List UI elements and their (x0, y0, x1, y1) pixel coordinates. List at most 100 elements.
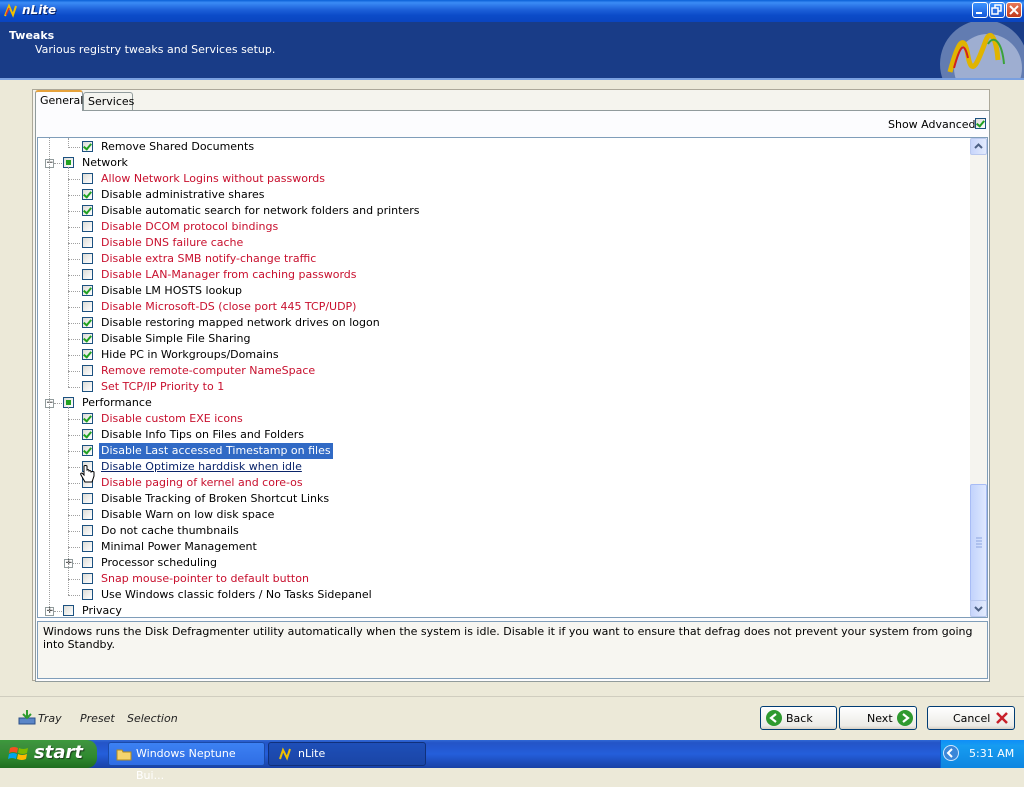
selection-link[interactable]: Selection (127, 712, 178, 725)
tree-item-label[interactable]: Disable Optimize harddisk when idle (99, 459, 304, 475)
tree-item-label[interactable]: Do not cache thumbnails (99, 523, 241, 539)
tree-item-checkbox[interactable] (82, 189, 93, 200)
tree-item[interactable]: Minimal Power Management (38, 539, 968, 555)
tree-item[interactable]: Disable extra SMB notify-change traffic (38, 251, 968, 267)
tree-item[interactable]: Remove Shared Documents (38, 139, 968, 155)
tree-item-label[interactable]: Disable LAN-Manager from caching passwor… (99, 267, 358, 283)
cancel-button[interactable]: Cancel (927, 706, 1015, 730)
tree-item-label[interactable]: Disable LM HOSTS lookup (99, 283, 244, 299)
tree-item[interactable]: Remove remote-computer NameSpace (38, 363, 968, 379)
tree-item[interactable]: Set TCP/IP Priority to 1 (38, 379, 968, 395)
tree-item-label[interactable]: Disable restoring mapped network drives … (99, 315, 382, 331)
tree-item-label[interactable]: Disable administrative shares (99, 187, 267, 203)
tree-item-checkbox[interactable] (82, 509, 93, 520)
tree-item[interactable]: Disable Simple File Sharing (38, 331, 968, 347)
tree-item-checkbox[interactable] (82, 525, 93, 536)
tree-item-label[interactable]: Snap mouse-pointer to default button (99, 571, 311, 587)
tree-item[interactable]: Disable LAN-Manager from caching passwor… (38, 267, 968, 283)
tree-item-label[interactable]: Disable Microsoft-DS (close port 445 TCP… (99, 299, 358, 315)
tree-item-checkbox[interactable] (82, 381, 93, 392)
tree-item-checkbox[interactable] (63, 605, 74, 616)
tree-item[interactable]: Disable LM HOSTS lookup (38, 283, 968, 299)
tree-item-checkbox[interactable] (82, 237, 93, 248)
tree-item-checkbox[interactable] (82, 285, 93, 296)
tree-item-label[interactable]: Disable Tracking of Broken Shortcut Link… (99, 491, 331, 507)
tree-item[interactable]: Disable automatic search for network fol… (38, 203, 968, 219)
tree-item-checkbox[interactable] (82, 589, 93, 600)
tree-item-checkbox[interactable] (82, 445, 93, 456)
tree-item-label[interactable]: Set TCP/IP Priority to 1 (99, 379, 226, 395)
scroll-down-button[interactable] (970, 600, 987, 617)
preset-link[interactable]: Preset (80, 712, 115, 725)
tree-item-checkbox[interactable] (82, 557, 93, 568)
tree-item-checkbox[interactable] (82, 413, 93, 424)
tree-item[interactable]: Do not cache thumbnails (38, 523, 968, 539)
tree-group[interactable]: Privacy + (38, 603, 968, 617)
tree-item-label[interactable]: Disable Simple File Sharing (99, 331, 253, 347)
tree-item-checkbox[interactable] (82, 541, 93, 552)
tree-item-label[interactable]: Privacy (80, 603, 124, 617)
start-button[interactable]: start (0, 740, 97, 768)
tree-item-checkbox[interactable] (82, 301, 93, 312)
tab-services[interactable]: Services (83, 92, 134, 110)
tree-item-label[interactable]: Disable DNS failure cache (99, 235, 245, 251)
tree-item[interactable]: Disable Optimize harddisk when idle (38, 459, 968, 475)
tree-item-label[interactable]: Performance (80, 395, 154, 411)
tree-item-checkbox[interactable] (82, 573, 93, 584)
tree-item-checkbox[interactable] (82, 429, 93, 440)
tree-item-label[interactable]: Minimal Power Management (99, 539, 259, 555)
close-window-button[interactable] (1006, 2, 1022, 18)
next-button[interactable]: Next (839, 706, 917, 730)
tree-item[interactable]: Disable Info Tips on Files and Folders (38, 427, 968, 443)
tree-item-label[interactable]: Processor scheduling (99, 555, 219, 571)
restore-button[interactable] (989, 2, 1005, 18)
tree-item-checkbox[interactable] (82, 221, 93, 232)
tree-item[interactable]: Allow Network Logins without passwords (38, 171, 968, 187)
tree-item[interactable]: Processor scheduling + (38, 555, 968, 571)
taskbar-item-nlite[interactable]: nLite (268, 742, 426, 766)
tree-vertical-scrollbar[interactable] (970, 138, 987, 617)
tree-item-label[interactable]: Hide PC in Workgroups/Domains (99, 347, 281, 363)
show-advanced-checkbox[interactable] (975, 118, 986, 129)
tree-item-checkbox[interactable] (82, 253, 93, 264)
tree-item[interactable]: Disable Microsoft-DS (close port 445 TCP… (38, 299, 968, 315)
tree-item[interactable]: Disable Warn on low disk space (38, 507, 968, 523)
tray-link[interactable]: Tray (38, 712, 62, 725)
scroll-up-button[interactable] (970, 138, 987, 155)
tree-item-label[interactable]: Disable extra SMB notify-change traffic (99, 251, 318, 267)
scrollbar-thumb[interactable] (970, 484, 987, 602)
tree-item[interactable]: Snap mouse-pointer to default button (38, 571, 968, 587)
tree-item-label[interactable]: Disable DCOM protocol bindings (99, 219, 280, 235)
title-bar[interactable]: nLite (0, 0, 1024, 22)
tray-collapse-button[interactable] (943, 745, 959, 761)
taskbar-item-explorer[interactable]: Windows Neptune Bui... (108, 742, 265, 782)
minimize-button[interactable] (972, 2, 988, 18)
tree-item[interactable]: Disable DNS failure cache (38, 235, 968, 251)
tree-item[interactable]: Hide PC in Workgroups/Domains (38, 347, 968, 363)
back-button[interactable]: Back (760, 706, 837, 730)
tree-item-label[interactable]: Disable Info Tips on Files and Folders (99, 427, 306, 443)
tree-item[interactable]: Disable Last accessed Timestamp on files (38, 443, 968, 459)
tree-item-label[interactable]: Remove remote-computer NameSpace (99, 363, 317, 379)
tree-item-checkbox[interactable] (82, 141, 93, 152)
tree-item-checkbox[interactable] (82, 269, 93, 280)
tree-item-checkbox[interactable] (82, 493, 93, 504)
tree-item-checkbox[interactable] (82, 317, 93, 328)
tree-item-label[interactable]: Disable automatic search for network fol… (99, 203, 421, 219)
tree-group[interactable]: Performance − (38, 395, 968, 411)
tray-icon[interactable] (18, 709, 36, 725)
tree-item[interactable]: Disable custom EXE icons (38, 411, 968, 427)
tree-item-label[interactable]: Disable paging of kernel and core-os (99, 475, 305, 491)
tree-item-label[interactable]: Network (80, 155, 130, 171)
tree-item-checkbox[interactable] (82, 349, 93, 360)
tweaks-tree[interactable]: Remove Shared Documents Network − Allow Net… (37, 137, 988, 618)
tree-item[interactable]: Disable paging of kernel and core-os (38, 475, 968, 491)
tree-item-label[interactable]: Use Windows classic folders / No Tasks S… (99, 587, 374, 603)
tree-item[interactable]: Disable administrative shares (38, 187, 968, 203)
tree-item[interactable]: Disable Tracking of Broken Shortcut Link… (38, 491, 968, 507)
tree-item-label[interactable]: Remove Shared Documents (99, 139, 256, 155)
tree-item-checkbox[interactable] (82, 365, 93, 376)
tree-item-label[interactable]: Disable Warn on low disk space (99, 507, 276, 523)
tree-item-label[interactable]: Disable Last accessed Timestamp on files (99, 443, 333, 459)
tree-item[interactable]: Disable restoring mapped network drives … (38, 315, 968, 331)
